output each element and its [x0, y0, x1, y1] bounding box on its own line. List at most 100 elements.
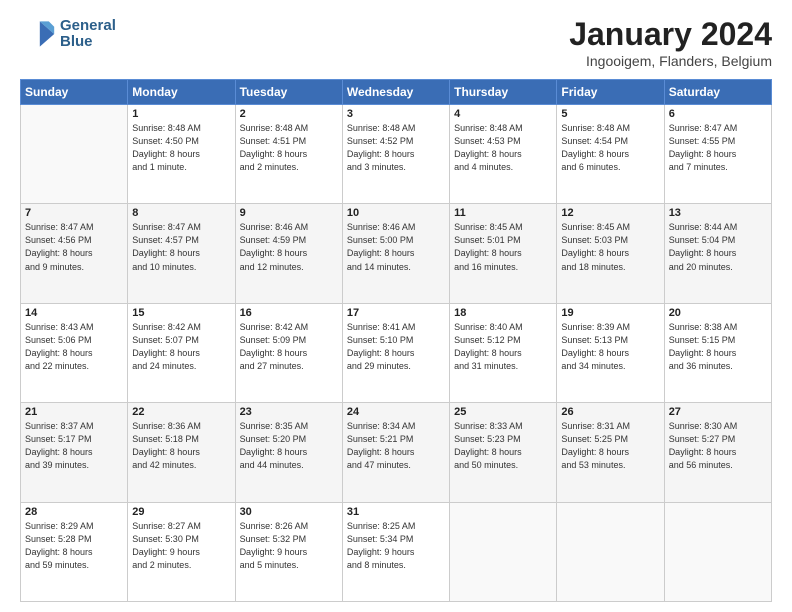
day-info: Sunrise: 8:45 AM Sunset: 5:03 PM Dayligh… — [561, 221, 659, 273]
day-info: Sunrise: 8:48 AM Sunset: 4:54 PM Dayligh… — [561, 122, 659, 174]
day-number: 31 — [347, 506, 445, 518]
day-info: Sunrise: 8:30 AM Sunset: 5:27 PM Dayligh… — [669, 420, 767, 472]
calendar-cell: 23 Sunrise: 8:35 AM Sunset: 5:20 PM Dayli… — [235, 403, 342, 502]
calendar-cell — [557, 502, 664, 601]
day-number: 20 — [669, 307, 767, 319]
day-number: 12 — [561, 207, 659, 219]
day-number: 11 — [454, 207, 552, 219]
day-info: Sunrise: 8:46 AM Sunset: 4:59 PM Dayligh… — [240, 221, 338, 273]
logo-icon — [20, 16, 56, 52]
day-header-thursday: Thursday — [450, 80, 557, 105]
day-info: Sunrise: 8:37 AM Sunset: 5:17 PM Dayligh… — [25, 420, 123, 472]
calendar-cell: 18Sunrise: 8:40 AM Sunset: 5:12 PM Dayli… — [450, 303, 557, 402]
calendar-week-row: 21 Sunrise: 8:37 AM Sunset: 5:17 PM Dayli… — [21, 403, 772, 502]
day-number: 25 — [454, 406, 552, 418]
day-info: Sunrise: 8:48 AM Sunset: 4:53 PM Dayligh… — [454, 122, 552, 174]
day-info: Sunrise: 8:45 AM Sunset: 5:01 PM Dayligh… — [454, 221, 552, 273]
day-info: Sunrise: 8:47 AM Sunset: 4:56 PM Dayligh… — [25, 221, 123, 273]
day-number: 17 — [347, 307, 445, 319]
day-info: Sunrise: 8:36 AM Sunset: 5:18 PM Dayligh… — [132, 420, 230, 472]
day-number: 10 — [347, 207, 445, 219]
calendar-cell: 26 Sunrise: 8:31 AM Sunset: 5:25 PM Dayli… — [557, 403, 664, 502]
day-number: 1 — [132, 108, 230, 120]
day-header-tuesday: Tuesday — [235, 80, 342, 105]
day-info: Sunrise: 8:34 AM Sunset: 5:21 PM Dayligh… — [347, 420, 445, 472]
day-number: 4 — [454, 108, 552, 120]
calendar-cell: 5 Sunrise: 8:48 AM Sunset: 4:54 PM Daylig… — [557, 105, 664, 204]
calendar-cell: 25 Sunrise: 8:33 AM Sunset: 5:23 PM Dayli… — [450, 403, 557, 502]
day-info: Sunrise: 8:26 AM Sunset: 5:32 PM Dayligh… — [240, 520, 338, 572]
calendar-cell: 14Sunrise: 8:43 AM Sunset: 5:06 PM Dayli… — [21, 303, 128, 402]
day-info: Sunrise: 8:46 AM Sunset: 5:00 PM Dayligh… — [347, 221, 445, 273]
calendar-cell: 1 Sunrise: 8:48 AM Sunset: 4:50 PM Daylig… — [128, 105, 235, 204]
day-number: 6 — [669, 108, 767, 120]
day-info: Sunrise: 8:47 AM Sunset: 4:57 PM Dayligh… — [132, 221, 230, 273]
day-header-saturday: Saturday — [664, 80, 771, 105]
calendar-cell: 7Sunrise: 8:47 AM Sunset: 4:56 PM Daylig… — [21, 204, 128, 303]
day-number: 13 — [669, 207, 767, 219]
day-number: 5 — [561, 108, 659, 120]
day-info: Sunrise: 8:47 AM Sunset: 4:55 PM Dayligh… — [669, 122, 767, 174]
calendar-cell: 28Sunrise: 8:29 AM Sunset: 5:28 PM Dayli… — [21, 502, 128, 601]
calendar-cell: 12 Sunrise: 8:45 AM Sunset: 5:03 PM Dayli… — [557, 204, 664, 303]
calendar-week-row: 28Sunrise: 8:29 AM Sunset: 5:28 PM Dayli… — [21, 502, 772, 601]
day-info: Sunrise: 8:25 AM Sunset: 5:34 PM Dayligh… — [347, 520, 445, 572]
calendar-cell: 6 Sunrise: 8:47 AM Sunset: 4:55 PM Daylig… — [664, 105, 771, 204]
calendar-cell: 19 Sunrise: 8:39 AM Sunset: 5:13 PM Dayli… — [557, 303, 664, 402]
calendar-cell: 27 Sunrise: 8:30 AM Sunset: 5:27 PM Dayli… — [664, 403, 771, 502]
main-title: January 2024 — [569, 16, 772, 53]
calendar-cell — [664, 502, 771, 601]
subtitle: Ingooigem, Flanders, Belgium — [569, 53, 772, 69]
calendar-cell: 30 Sunrise: 8:26 AM Sunset: 5:32 PM Dayli… — [235, 502, 342, 601]
day-number: 30 — [240, 506, 338, 518]
page: General Blue January 2024 Ingooigem, Fla… — [0, 0, 792, 612]
day-info: Sunrise: 8:33 AM Sunset: 5:23 PM Dayligh… — [454, 420, 552, 472]
day-header-monday: Monday — [128, 80, 235, 105]
day-info: Sunrise: 8:29 AM Sunset: 5:28 PM Dayligh… — [25, 520, 123, 572]
day-header-sunday: Sunday — [21, 80, 128, 105]
day-number: 27 — [669, 406, 767, 418]
day-number: 21 — [25, 406, 123, 418]
day-info: Sunrise: 8:35 AM Sunset: 5:20 PM Dayligh… — [240, 420, 338, 472]
day-header-friday: Friday — [557, 80, 664, 105]
calendar-cell: 17Sunrise: 8:41 AM Sunset: 5:10 PM Dayli… — [342, 303, 449, 402]
calendar-week-row: 1 Sunrise: 8:48 AM Sunset: 4:50 PM Daylig… — [21, 105, 772, 204]
logo-line2: Blue — [60, 34, 116, 51]
day-info: Sunrise: 8:48 AM Sunset: 4:51 PM Dayligh… — [240, 122, 338, 174]
calendar-cell: 8 Sunrise: 8:47 AM Sunset: 4:57 PM Daylig… — [128, 204, 235, 303]
calendar-cell: 31 Sunrise: 8:25 AM Sunset: 5:34 PM Dayli… — [342, 502, 449, 601]
calendar-header-row: SundayMondayTuesdayWednesdayThursdayFrid… — [21, 80, 772, 105]
day-number: 8 — [132, 207, 230, 219]
day-number: 22 — [132, 406, 230, 418]
calendar-cell: 4 Sunrise: 8:48 AM Sunset: 4:53 PM Daylig… — [450, 105, 557, 204]
calendar-cell: 16Sunrise: 8:42 AM Sunset: 5:09 PM Dayli… — [235, 303, 342, 402]
day-number: 23 — [240, 406, 338, 418]
day-info: Sunrise: 8:31 AM Sunset: 5:25 PM Dayligh… — [561, 420, 659, 472]
calendar-cell: 10 Sunrise: 8:46 AM Sunset: 5:00 PM Dayli… — [342, 204, 449, 303]
calendar-week-row: 7Sunrise: 8:47 AM Sunset: 4:56 PM Daylig… — [21, 204, 772, 303]
day-number: 19 — [561, 307, 659, 319]
calendar-week-row: 14Sunrise: 8:43 AM Sunset: 5:06 PM Dayli… — [21, 303, 772, 402]
calendar-cell: 11 Sunrise: 8:45 AM Sunset: 5:01 PM Dayli… — [450, 204, 557, 303]
day-number: 29 — [132, 506, 230, 518]
header: General Blue January 2024 Ingooigem, Fla… — [20, 16, 772, 69]
logo: General Blue — [20, 16, 116, 52]
title-block: January 2024 Ingooigem, Flanders, Belgiu… — [569, 16, 772, 69]
calendar-cell: 2 Sunrise: 8:48 AM Sunset: 4:51 PM Daylig… — [235, 105, 342, 204]
day-number: 26 — [561, 406, 659, 418]
day-info: Sunrise: 8:42 AM Sunset: 5:07 PM Dayligh… — [132, 321, 230, 373]
day-info: Sunrise: 8:38 AM Sunset: 5:15 PM Dayligh… — [669, 321, 767, 373]
calendar-cell — [21, 105, 128, 204]
day-number: 24 — [347, 406, 445, 418]
day-number: 9 — [240, 207, 338, 219]
day-number: 2 — [240, 108, 338, 120]
day-info: Sunrise: 8:48 AM Sunset: 4:50 PM Dayligh… — [132, 122, 230, 174]
calendar-cell: 9 Sunrise: 8:46 AM Sunset: 4:59 PM Daylig… — [235, 204, 342, 303]
calendar-table: SundayMondayTuesdayWednesdayThursdayFrid… — [20, 79, 772, 602]
day-info: Sunrise: 8:39 AM Sunset: 5:13 PM Dayligh… — [561, 321, 659, 373]
logo-text: General Blue — [60, 18, 116, 51]
day-info: Sunrise: 8:27 AM Sunset: 5:30 PM Dayligh… — [132, 520, 230, 572]
calendar-cell — [450, 502, 557, 601]
day-info: Sunrise: 8:48 AM Sunset: 4:52 PM Dayligh… — [347, 122, 445, 174]
calendar-cell: 20 Sunrise: 8:38 AM Sunset: 5:15 PM Dayli… — [664, 303, 771, 402]
